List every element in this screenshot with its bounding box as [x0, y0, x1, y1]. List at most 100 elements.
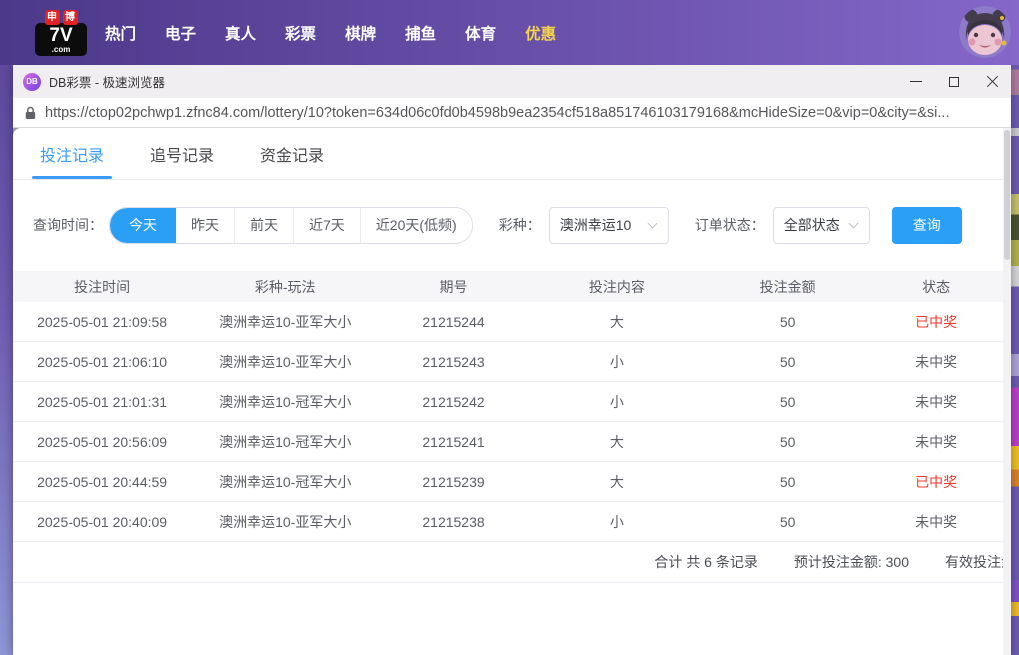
- cell-issue-number: 21215244: [422, 313, 485, 330]
- cell-bet-amount: 50: [779, 313, 796, 330]
- window-title: DB彩票 - 极速浏览器: [49, 76, 165, 90]
- nav-item[interactable]: 优惠: [525, 22, 556, 44]
- bet-records-table: 投注时间 彩种-玩法 期号 投注内容 投注金额 状态 2025-05-01 21:09:5…: [13, 271, 1003, 583]
- lottery-select[interactable]: 澳洲幸运10: [548, 206, 669, 244]
- user-avatar[interactable]: [959, 6, 1011, 58]
- cell-issue-number: 21215239: [422, 473, 485, 490]
- minimize-icon: [910, 81, 922, 82]
- window-controls: [897, 65, 1011, 98]
- browser-urlbar[interactable]: https://ctop02pchwp1.zfnc84.com/lottery/…: [13, 98, 1011, 128]
- table-row[interactable]: 2025-05-01 21:01:31 澳洲幸运10-冠军大小 21215242…: [13, 382, 1003, 422]
- nav-item[interactable]: 电子: [165, 22, 196, 44]
- table-row[interactable]: 2025-05-01 20:40:09 澳洲幸运10-亚军大小 21215238…: [13, 502, 1003, 542]
- cell-bet-amount: 50: [779, 473, 796, 490]
- cell-bet-amount: 50: [779, 433, 796, 450]
- cell-game-play: 澳洲幸运10-冠军大小: [219, 393, 352, 410]
- table-row[interactable]: 2025-05-01 21:09:58 澳洲幸运10-亚军大小 21215244…: [13, 302, 1003, 342]
- summary-row: 合计 共 6 条记录 预计投注金额: 300 有效投注金: [13, 542, 1003, 583]
- tab-active-underline: [32, 176, 113, 179]
- table-header-cell: 彩种-玩法: [254, 278, 316, 295]
- time-filter-option[interactable]: 近20天(低频): [359, 207, 472, 243]
- cell-bet-content: 小: [609, 353, 624, 370]
- lottery-records-page: 投注记录 追号记录 资金记录 查询时间： 今天 昨天 前天 近7天 近20天(低频) 彩…: [13, 128, 1003, 655]
- browser-tab-icon: DB: [23, 72, 41, 91]
- tab-label: 资金记录: [260, 147, 325, 165]
- page-scrollbar[interactable]: [1003, 128, 1011, 655]
- logo-badge-bo: 博: [62, 9, 78, 25]
- cell-status: 已中奖: [915, 313, 958, 330]
- close-icon: [986, 75, 999, 88]
- cell-bet-content: 大: [609, 433, 624, 450]
- cell-bet-content: 小: [609, 393, 624, 410]
- time-filter-option[interactable]: 前天: [234, 207, 293, 243]
- cell-issue-number: 21215238: [422, 513, 485, 530]
- order-status-label: 订单状态：: [694, 217, 765, 233]
- nav-item[interactable]: 热门: [105, 22, 136, 44]
- lock-icon: [25, 106, 36, 119]
- record-tab[interactable]: 追号记录: [150, 128, 214, 179]
- table-header-row: 投注时间 彩种-玩法 期号 投注内容 投注金额 状态: [13, 271, 1003, 302]
- nav-item[interactable]: 棋牌: [345, 22, 376, 44]
- record-tabs: 投注记录 追号记录 资金记录: [13, 128, 1003, 180]
- time-filter-group: 今天 昨天 前天 近7天 近20天(低频): [109, 206, 473, 244]
- cell-status: 未中奖: [915, 393, 958, 410]
- record-tab[interactable]: 投注记录: [32, 128, 113, 179]
- cell-issue-number: 21215241: [422, 433, 485, 450]
- cell-game-play: 澳洲幸运10-冠军大小: [219, 473, 352, 490]
- table-header-cell: 状态: [922, 278, 951, 295]
- browser-titlebar: DB DB彩票 - 极速浏览器: [13, 65, 1011, 98]
- cell-status: 未中奖: [915, 513, 958, 530]
- cell-bet-time: 2025-05-01 20:40:09: [37, 513, 168, 530]
- maximize-button[interactable]: [935, 65, 973, 98]
- cell-bet-content: 大: [609, 313, 624, 330]
- tab-label: 追号记录: [150, 147, 215, 165]
- cell-bet-content: 小: [609, 513, 624, 530]
- chevron-down-icon: [848, 218, 859, 229]
- lottery-filter-label: 彩种：: [498, 217, 541, 233]
- search-button[interactable]: 查询: [891, 206, 962, 244]
- record-tab[interactable]: 资金记录: [260, 128, 324, 179]
- avatar-illustration: [959, 6, 1011, 58]
- cell-bet-time: 2025-05-01 21:06:10: [37, 353, 168, 370]
- nav-item[interactable]: 真人: [225, 22, 256, 44]
- table-row[interactable]: 2025-05-01 20:44:59 澳洲幸运10-冠军大小 21215239…: [13, 462, 1003, 502]
- browser-page-area: 投注记录 追号记录 资金记录 查询时间： 今天 昨天 前天 近7天 近20天(低频) 彩…: [13, 128, 1011, 655]
- browser-window: DB DB彩票 - 极速浏览器 https://ctop02pchwp1.zfn…: [13, 65, 1011, 655]
- table-header-cell: 投注时间: [74, 278, 131, 295]
- table-row[interactable]: 2025-05-01 20:56:09 澳洲幸运10-冠军大小 21215241…: [13, 422, 1003, 462]
- order-status-select[interactable]: 全部状态: [772, 206, 870, 244]
- summary-valid-amount: 有效投注金: [945, 554, 1003, 570]
- cell-game-play: 澳洲幸运10-冠军大小: [219, 433, 352, 450]
- site-logo[interactable]: 申 博 7V .com: [34, 9, 88, 56]
- main-nav: 热门 电子 真人 彩票 棋牌 捕鱼 体育 优惠: [105, 22, 556, 44]
- cell-status: 未中奖: [915, 353, 958, 370]
- nav-item[interactable]: 捕鱼: [405, 22, 436, 44]
- scrollbar-thumb[interactable]: [1004, 130, 1010, 260]
- time-filter-label: 查询时间：: [33, 217, 103, 233]
- table-header-cell: 期号: [439, 278, 468, 295]
- site-header: 申 博 7V .com 热门 电子 真人 彩票 棋牌 捕鱼 体育 优惠: [0, 0, 1019, 65]
- cell-status: 未中奖: [915, 433, 958, 450]
- url-text[interactable]: https://ctop02pchwp1.zfnc84.com/lottery/…: [45, 105, 950, 121]
- close-button[interactable]: [973, 65, 1011, 98]
- tab-label: 投注记录: [40, 147, 105, 165]
- cell-bet-time: 2025-05-01 20:44:59: [37, 473, 168, 490]
- table-header-cell: 投注内容: [588, 278, 645, 295]
- minimize-button[interactable]: [897, 65, 935, 98]
- table-row[interactable]: 2025-05-01 21:06:10 澳洲幸运10-亚军大小 21215243…: [13, 342, 1003, 382]
- time-filter-option[interactable]: 昨天: [176, 208, 234, 243]
- page-edge-decoration: [1011, 65, 1019, 655]
- logo-sub-text: .com: [51, 44, 71, 54]
- cell-bet-time: 2025-05-01 21:01:31: [37, 393, 168, 410]
- table-header-cell: 投注金额: [759, 278, 816, 295]
- logo-badges: 申 博: [44, 9, 78, 25]
- cell-bet-time: 2025-05-01 21:09:58: [37, 313, 168, 330]
- nav-item[interactable]: 彩票: [285, 22, 316, 44]
- cell-bet-content: 大: [609, 473, 624, 490]
- nav-item[interactable]: 体育: [465, 22, 496, 44]
- cell-game-play: 澳洲幸运10-亚军大小: [219, 353, 352, 370]
- time-filter-option[interactable]: 近7天: [293, 207, 360, 243]
- cell-bet-amount: 50: [779, 353, 796, 370]
- logo-badge-shen: 申: [44, 9, 60, 25]
- time-filter-option[interactable]: 今天: [110, 207, 176, 243]
